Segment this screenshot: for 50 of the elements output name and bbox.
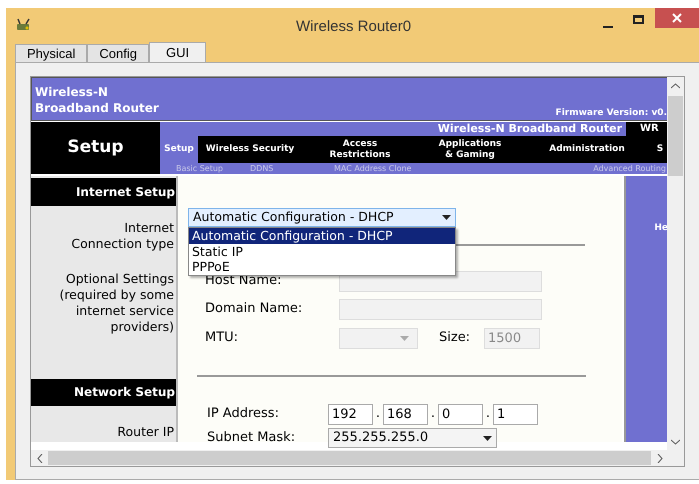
close-button[interactable] [655, 8, 699, 28]
dot-separator: . [430, 405, 436, 424]
caret-icon [483, 436, 492, 440]
dropdown-option[interactable]: Static IP [189, 244, 455, 259]
scrollbar-thumb[interactable] [668, 96, 683, 176]
field-label: Domain Name: [205, 300, 304, 318]
model-name: WR [626, 122, 668, 136]
field-label: Size: [439, 329, 472, 348]
field-label: Router IP [116, 423, 175, 442]
router-icon [16, 18, 32, 32]
ip-octet-field[interactable]: 1 [493, 404, 538, 424]
connection-type-dropdown[interactable]: Automatic Configuration - DHCP [188, 208, 456, 227]
section-title: Setup [31, 122, 160, 174]
tab[interactable]: Config [87, 44, 149, 62]
scroll-up-icon[interactable] [671, 83, 680, 89]
ip-octet-field[interactable]: 168 [383, 404, 428, 424]
nav-tab[interactable]: Setup [160, 136, 198, 163]
dropdown-value: 255.255.255.0 [333, 429, 428, 448]
vertical-scrollbar[interactable] [667, 77, 684, 451]
field-label: IP Address: [207, 405, 280, 424]
dot-separator: . [484, 405, 492, 424]
help-text: He [653, 222, 668, 235]
tab[interactable]: Physical [15, 44, 88, 62]
section-heading: Network Setup [31, 378, 176, 406]
section-heading: Internet Setup [31, 178, 176, 206]
firmware-version: Firmware Version: v0. [556, 107, 667, 120]
dot-separator: . [374, 405, 382, 424]
field-label: Optional Settings (required by some internet service providers) [58, 270, 175, 335]
dropdown-value: Automatic Configuration - DHCP [193, 208, 394, 226]
window-title: Wireless Router0 [296, 17, 412, 37]
caret-icon [442, 215, 451, 220]
dropdown-option[interactable]: Automatic Configuration - DHCP [189, 228, 455, 244]
maximize-button[interactable] [633, 15, 644, 24]
product-name: Wireless-N Broadband Router [438, 122, 623, 136]
caret-icon [400, 336, 409, 340]
dropdown-option[interactable]: PPPoE [189, 259, 455, 274]
field-label: Internet Connection type [70, 220, 175, 252]
field-label: Subnet Mask: [207, 429, 296, 448]
scrollbar-thumb[interactable] [48, 451, 651, 465]
tab[interactable]: GUI [149, 42, 206, 62]
brand-name: Wireless-N Broadband Router [35, 84, 159, 116]
scroll-right-icon[interactable] [657, 454, 663, 463]
scroll-down-icon[interactable] [671, 439, 680, 445]
ip-octet-field[interactable]: 192 [328, 404, 373, 424]
ip-octet-field[interactable]: 0 [438, 404, 483, 424]
scroll-left-icon[interactable] [37, 454, 43, 463]
field-label: MTU: [205, 329, 240, 348]
subnet-mask-dropdown[interactable]: 255.255.255.0 [328, 428, 497, 448]
close-icon [672, 13, 682, 23]
horizontal-scrollbar[interactable] [31, 450, 684, 466]
